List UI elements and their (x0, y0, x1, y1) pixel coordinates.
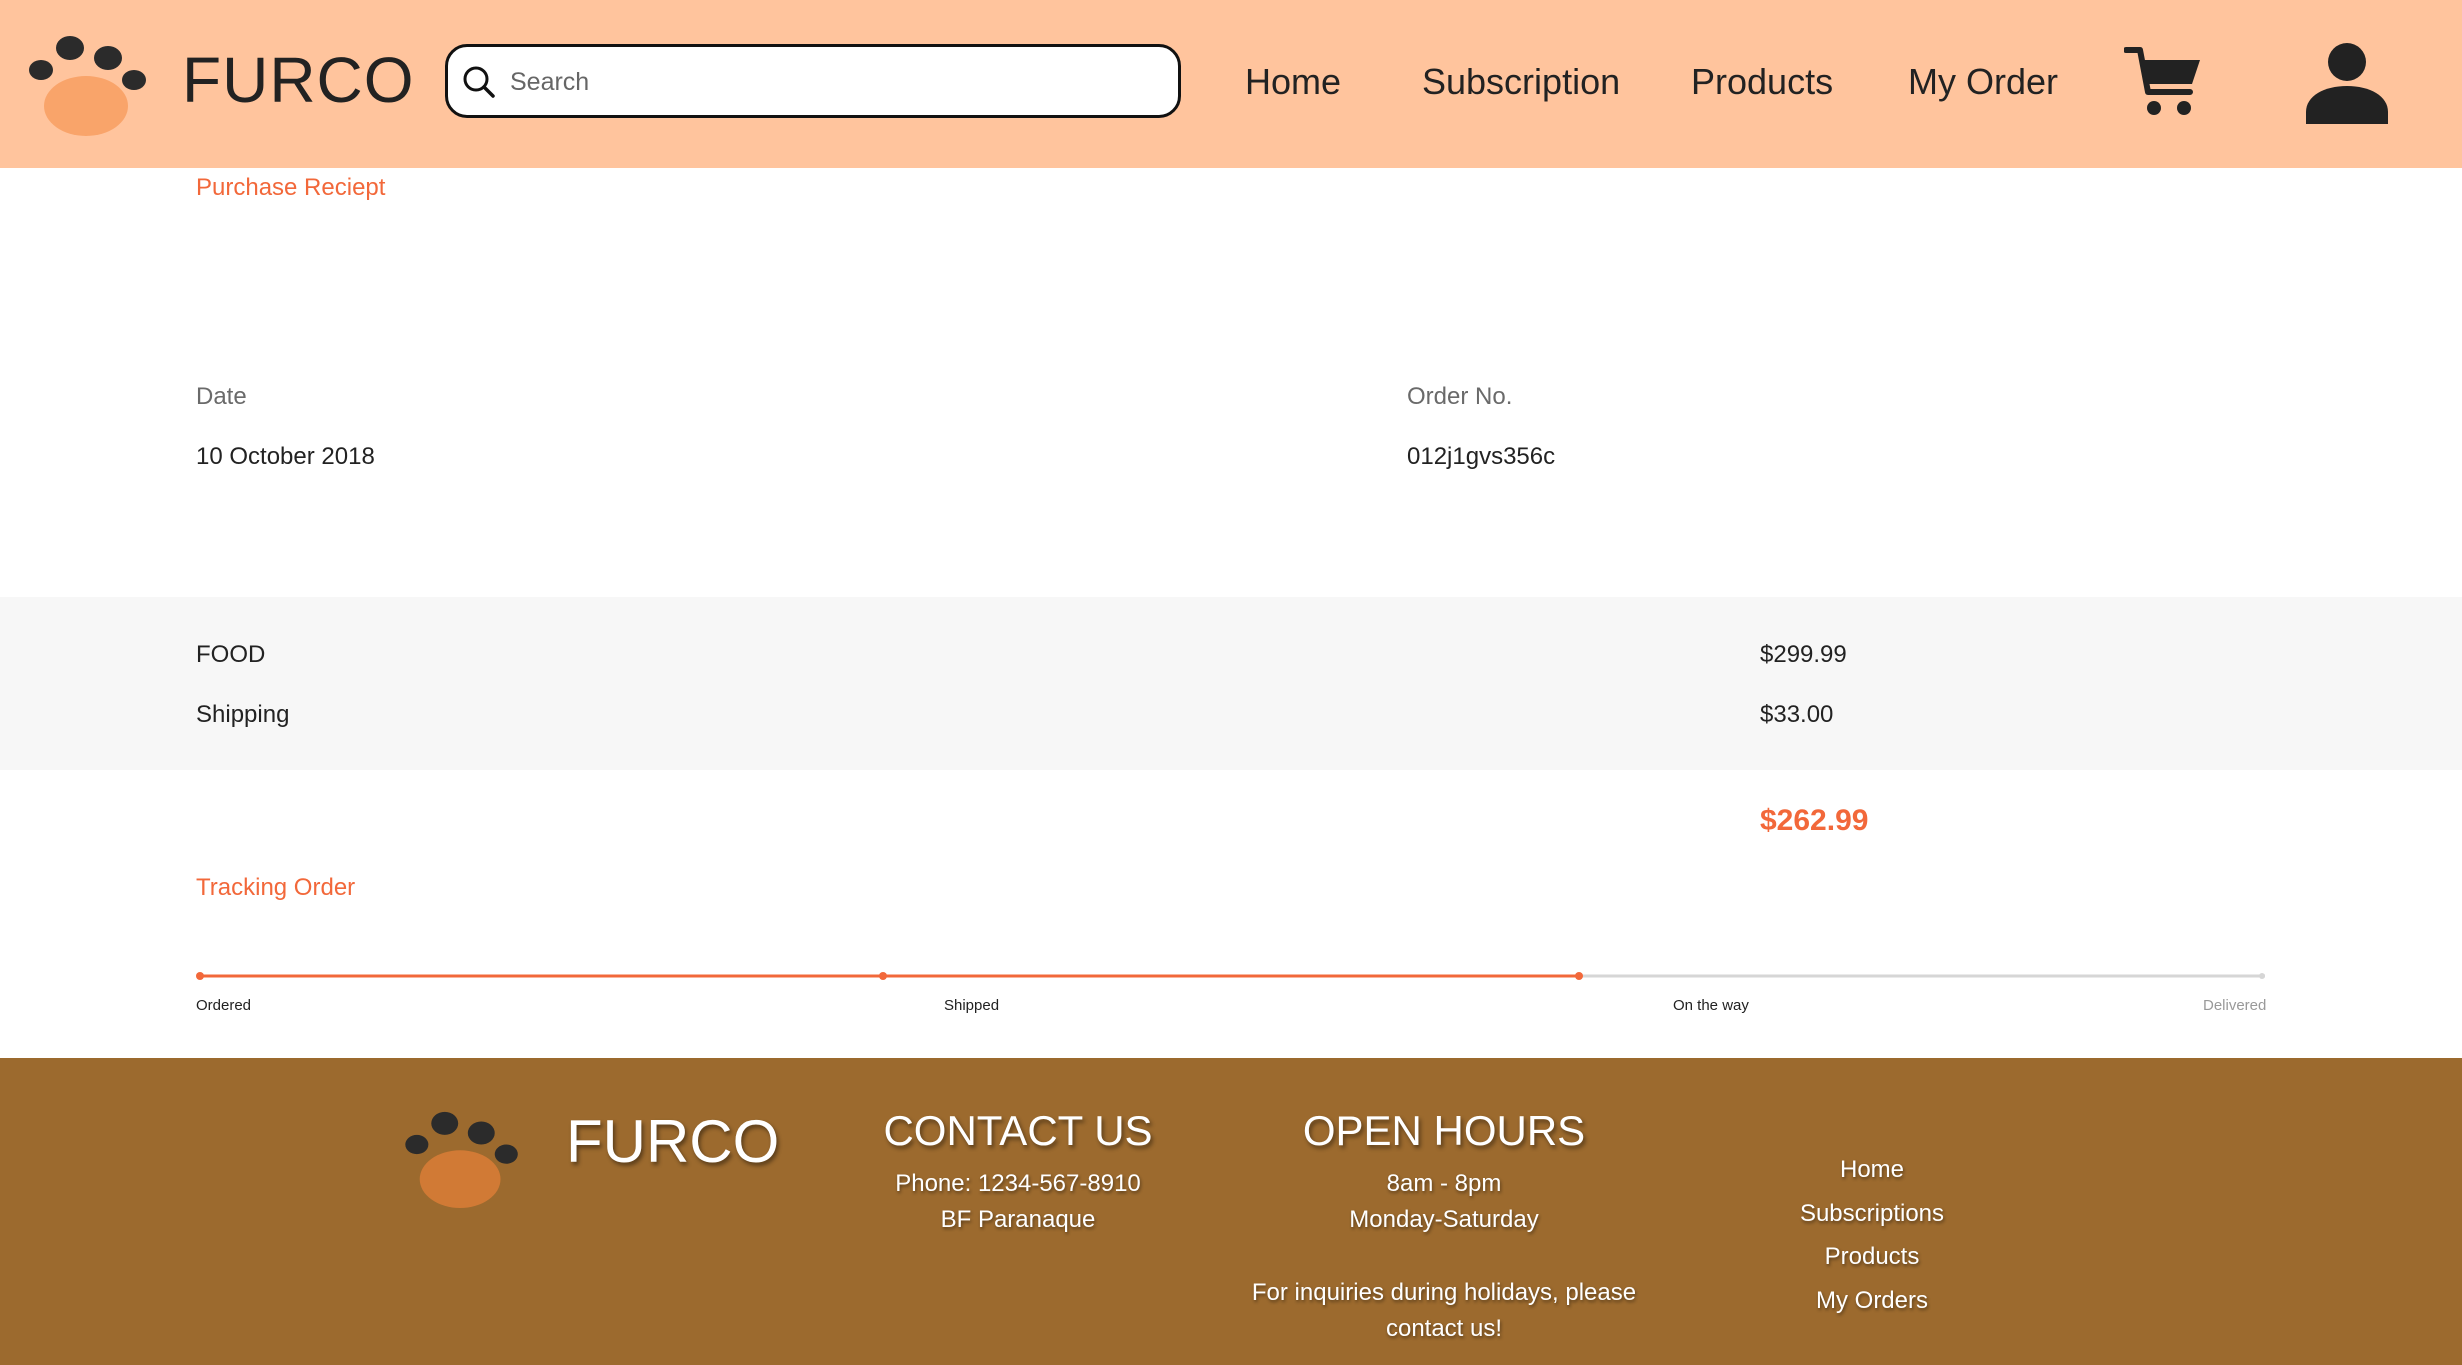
footer-brand-name: FURCO (566, 1108, 780, 1175)
hours-days: Monday-Saturday (1349, 1206, 1539, 1233)
footer-link-home[interactable]: Home (1722, 1155, 2022, 1185)
nav-my-order[interactable]: My Order (1908, 60, 2058, 104)
nav-home[interactable]: Home (1245, 60, 1341, 104)
hours-time: 8am - 8pm (1386, 1170, 1502, 1197)
step-shipped: Shipped (944, 997, 1000, 1014)
step-on-the-way: On the way (1673, 997, 1749, 1014)
order-number-label: Order No. (1407, 383, 1513, 410)
user-icon[interactable] (2304, 42, 2390, 124)
item-price: $299.99 (1760, 641, 1847, 668)
nav-products[interactable]: Products (1691, 60, 1833, 104)
nav-subscription[interactable]: Subscription (1422, 60, 1620, 104)
step-marker-ordered (196, 972, 204, 980)
top-header: FURCO Home Subscription Products My Orde… (0, 0, 2462, 168)
step-delivered: Delivered (2203, 997, 2267, 1014)
paw-logo-icon[interactable] (28, 32, 150, 136)
contact-address: BF Paranaque (940, 1206, 1096, 1233)
holiday-note: For inquiries during holidays, please (1251, 1279, 1637, 1306)
step-marker-on-the-way (1575, 972, 1583, 980)
step-marker-delivered (2259, 973, 2265, 979)
search-icon[interactable] (462, 65, 496, 99)
footer-link-products[interactable]: Products (1722, 1242, 2022, 1272)
date-value: 10 October 2018 (196, 443, 375, 470)
tracking-title: Tracking Order (196, 874, 356, 901)
date-label: Date (196, 383, 247, 410)
cart-icon[interactable] (2124, 44, 2204, 120)
step-ordered: Ordered (196, 997, 252, 1014)
paw-logo-icon (405, 1111, 518, 1208)
item-name: Shipping (196, 701, 290, 728)
receipt-title: Purchase Reciept (196, 174, 386, 201)
search-bar[interactable] (445, 44, 1181, 118)
holiday-note-contact: contact us! (1385, 1315, 1503, 1342)
order-number-value: 012j1gvs356c (1407, 443, 1556, 470)
item-name: FOOD (196, 641, 266, 668)
brand-name[interactable]: FURCO (182, 44, 415, 116)
item-price: $33.00 (1760, 701, 1834, 728)
contact-heading: CONTACT US (883, 1107, 1153, 1154)
footer-link-my-orders[interactable]: My Orders (1722, 1286, 2022, 1316)
hours-heading: OPEN HOURS (1302, 1107, 1586, 1154)
search-input[interactable] (508, 59, 1152, 105)
order-items (0, 597, 2462, 770)
step-marker-shipped (879, 972, 887, 980)
contact-phone: Phone: 1234-567-8910 (895, 1170, 1141, 1197)
order-total: $262.99 (1760, 804, 1869, 837)
tracking-progress-bar (196, 972, 2265, 980)
footer-link-subscriptions[interactable]: Subscriptions (1722, 1199, 2022, 1229)
